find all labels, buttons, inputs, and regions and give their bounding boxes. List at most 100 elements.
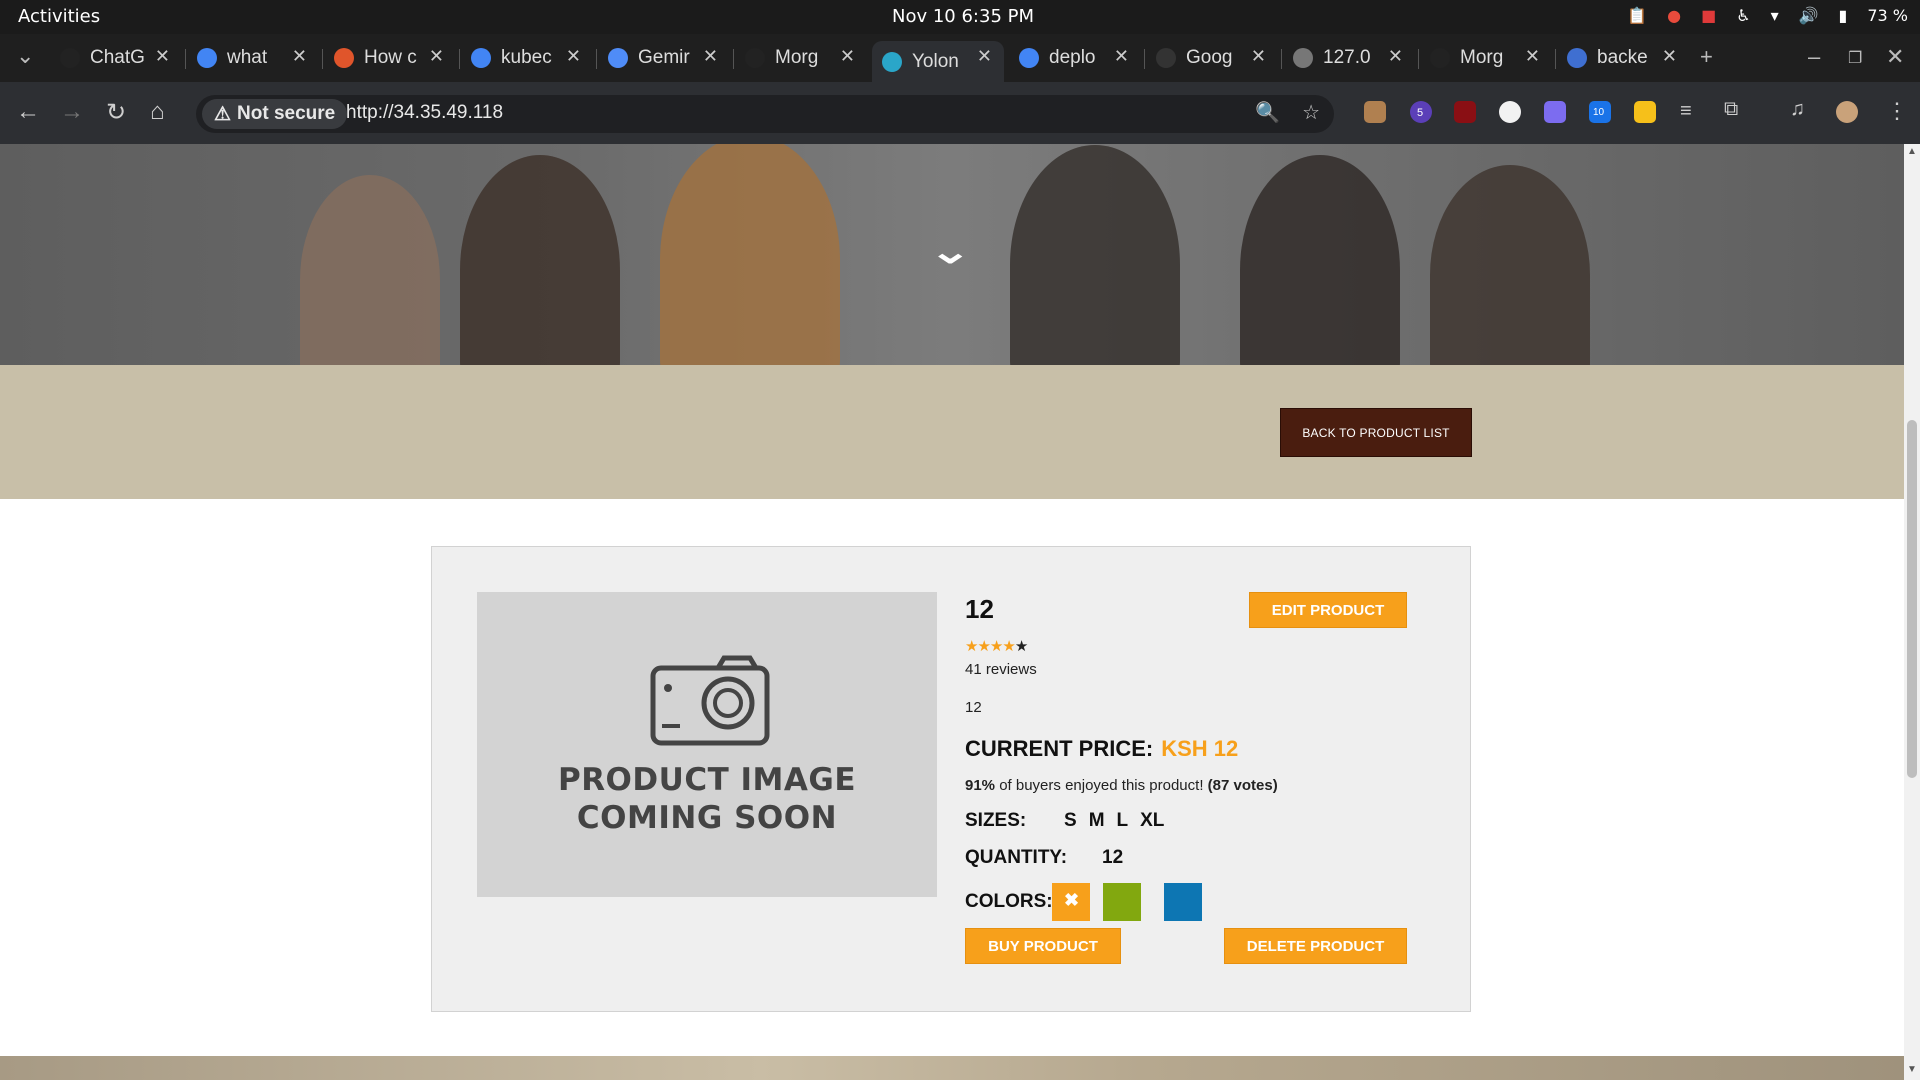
browser-tab[interactable]: Gemir ✕ — [598, 41, 730, 75]
reload-icon[interactable]: ↻ — [106, 98, 126, 127]
zoom-icon[interactable]: 🔍 — [1255, 100, 1280, 125]
browser-tab[interactable]: kubec ✕ — [461, 41, 593, 75]
tab-close-icon[interactable]: ✕ — [429, 46, 444, 67]
reading-list-icon[interactable]: ≡ — [1680, 100, 1692, 123]
scroll-up-arrow-icon[interactable]: ▲ — [1907, 146, 1917, 157]
hex-icon — [1567, 48, 1587, 68]
tab-close-icon[interactable]: ✕ — [1525, 46, 1540, 67]
system-clock[interactable]: Nov 10 6:35 PM — [892, 6, 1034, 27]
react-icon — [882, 51, 902, 72]
browser-tab[interactable]: what ✕ — [187, 41, 319, 75]
tab-close-icon[interactable]: ✕ — [1251, 46, 1266, 67]
tab-search-chevron-icon[interactable]: ⌄ — [16, 43, 34, 69]
scrollbar-thumb[interactable] — [1907, 420, 1917, 778]
color-swatch[interactable]: ✖ — [1052, 883, 1090, 921]
tab-close-icon[interactable]: ✕ — [292, 46, 307, 67]
security-label: Not secure — [237, 103, 336, 124]
browser-tab[interactable]: deplo ✕ — [1009, 41, 1141, 75]
browser-tab[interactable]: ChatG ✕ — [50, 41, 182, 75]
tab-close-icon[interactable]: ✕ — [840, 46, 855, 67]
wordpress-icon[interactable] — [1499, 101, 1521, 123]
page-scrollbar[interactable]: ▲ ▼ — [1904, 144, 1920, 1080]
activities-button[interactable]: Activities — [18, 6, 100, 27]
edit-product-button[interactable]: EDIT PRODUCT — [1249, 592, 1407, 628]
chevron-down-icon[interactable]: ⌄ — [929, 232, 972, 272]
price-value: KSH 12 — [1161, 736, 1239, 761]
size-option[interactable]: M — [1089, 810, 1105, 832]
browser-tab[interactable]: 127.0 ✕ — [1283, 41, 1415, 75]
delete-product-button[interactable]: DELETE PRODUCT — [1224, 928, 1407, 964]
product-description: 12 — [965, 699, 982, 716]
volume-icon[interactable]: 🔊 — [1799, 6, 1819, 25]
new-tab-icon[interactable]: + — [1700, 44, 1713, 70]
tab-close-icon[interactable]: ✕ — [155, 46, 170, 67]
clipboard-icon[interactable]: 📋 — [1627, 6, 1647, 25]
tab-close-icon[interactable]: ✕ — [977, 46, 992, 67]
github-icon — [745, 48, 765, 68]
screen-record-icon[interactable]: ■ — [1701, 6, 1716, 25]
tab-close-icon[interactable]: ✕ — [1388, 46, 1403, 67]
kebab-menu-icon[interactable]: ⋮ — [1886, 98, 1908, 124]
media-control-icon[interactable]: ♫ — [1790, 98, 1805, 121]
url-text[interactable]: http://34.35.49.118 — [346, 102, 503, 124]
extension-badge-icon[interactable]: 5 — [1410, 101, 1432, 123]
browser-tab[interactable]: Morg ✕ — [735, 41, 867, 75]
star-filled-icon: ★ — [965, 638, 978, 655]
buy-product-button[interactable]: BUY PRODUCT — [965, 928, 1121, 964]
enjoy-text: of buyers enjoyed this product! — [995, 777, 1208, 794]
tab-separator — [733, 49, 734, 69]
browser-tab[interactable]: backe ✕ — [1557, 41, 1689, 75]
restore-icon[interactable]: ❐ — [1848, 48, 1862, 68]
extensions-puzzle-icon[interactable]: ⧉ — [1724, 98, 1738, 121]
placeholder-line-2: COMING SOON — [576, 800, 838, 836]
tab-label: Yolon — [912, 50, 959, 72]
tab-close-icon[interactable]: ✕ — [1662, 46, 1677, 67]
color-app-icon[interactable]: ● — [1667, 6, 1681, 25]
home-icon[interactable]: ⌂ — [150, 98, 165, 126]
extension-purple-icon[interactable] — [1544, 101, 1566, 123]
size-option[interactable]: XL — [1140, 810, 1164, 832]
sizes-label: SIZES: — [965, 810, 1027, 831]
scroll-down-arrow-icon[interactable]: ▼ — [1907, 1064, 1917, 1075]
tab-close-icon[interactable]: ✕ — [1114, 46, 1129, 67]
extension-badge-count: 5 — [1417, 107, 1424, 119]
back-to-product-list-button[interactable]: BACK TO PRODUCT LIST — [1280, 408, 1472, 457]
tab-label: what — [227, 47, 268, 68]
hero-banner-image: ⌄ — [0, 144, 1904, 365]
close-window-icon[interactable]: ✕ — [1886, 44, 1904, 70]
color-swatch[interactable] — [1103, 883, 1141, 921]
browser-tab[interactable]: Goog ✕ — [1146, 41, 1278, 75]
extension-yellow-icon[interactable] — [1634, 101, 1656, 123]
ublock-icon[interactable] — [1454, 101, 1476, 123]
tab-close-icon[interactable]: ✕ — [703, 46, 718, 67]
security-chip[interactable]: ⚠ Not secure — [202, 99, 348, 129]
profile-avatar[interactable] — [1836, 101, 1858, 123]
extension-owl-icon[interactable] — [1364, 101, 1386, 123]
browser-tab[interactable]: Morg ✕ — [1420, 41, 1552, 75]
size-option[interactable]: S — [1064, 810, 1077, 832]
wifi-icon[interactable]: ▾ — [1771, 6, 1779, 25]
placeholder-line-1: PRODUCT IMAGE — [557, 762, 857, 798]
browser-tab[interactable]: Yolon ✕ — [872, 41, 1004, 82]
bookmark-star-icon[interactable]: ☆ — [1302, 100, 1320, 125]
address-bar[interactable]: ⚠ Not secure http://34.35.49.118 🔍 ☆ — [196, 95, 1334, 133]
quantity-label: QUANTITY: — [965, 847, 1068, 868]
battery-icon[interactable]: ▮ — [1839, 6, 1848, 25]
minimize-icon[interactable]: – — [1808, 44, 1820, 70]
system-tray[interactable]: 📋 ● ■ ♿ ▾ 🔊 ▮ 73 % — [1627, 6, 1908, 25]
size-option[interactable]: L — [1117, 810, 1129, 832]
browser-tab[interactable]: How c ✕ — [324, 41, 456, 75]
forward-arrow-icon[interactable]: → — [60, 98, 84, 126]
calendar-icon[interactable]: 10 — [1589, 101, 1611, 123]
quantity-value: 12 — [1102, 847, 1124, 868]
buyer-satisfaction: 91% of buyers enjoyed this product! (87 … — [965, 777, 1278, 794]
accessibility-icon[interactable]: ♿ — [1736, 6, 1750, 25]
tab-close-icon[interactable]: ✕ — [566, 46, 581, 67]
web-page: ⌄ BACK TO PRODUCT LIST PRODUCT IMAGE COM… — [0, 144, 1904, 1080]
star-filled-icon: ★ — [977, 638, 990, 655]
google-icon — [197, 48, 217, 68]
tab-label: Morg — [775, 47, 819, 68]
tab-separator — [1418, 49, 1419, 69]
color-swatch[interactable] — [1164, 883, 1202, 921]
back-arrow-icon[interactable]: ← — [16, 98, 40, 126]
